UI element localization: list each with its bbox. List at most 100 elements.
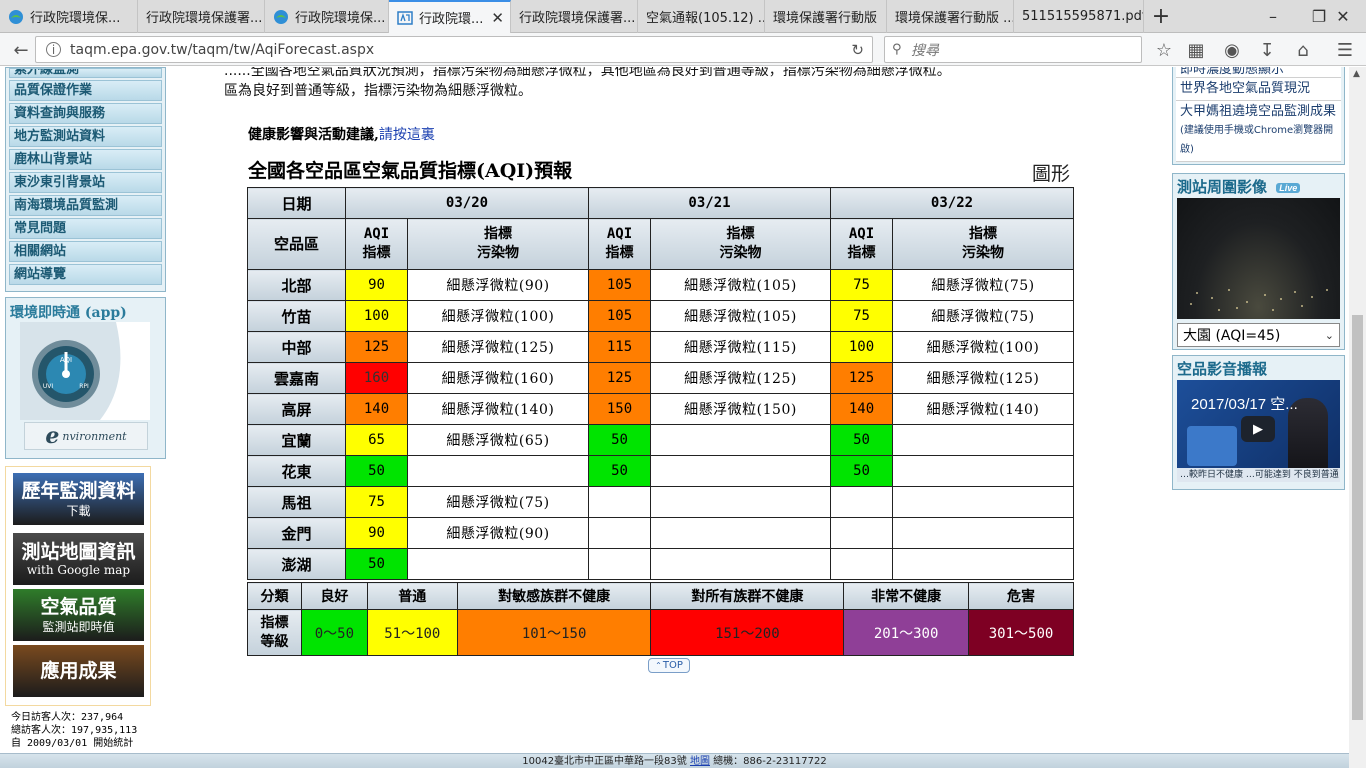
pollutant-cell: [650, 548, 831, 580]
right-link-list: 即時濃度動態顯示 世界各地空氣品質現況 大甲媽祖遶境空品監測成果 (建議使用手機或Ch…: [1172, 67, 1345, 165]
region-name: 雲嘉南: [247, 362, 346, 394]
browser-tab[interactable]: 環境保護署行動版 ...: [887, 0, 1014, 33]
right-sidebar-link[interactable]: 大甲媽祖遶境空品監測成果 (建議使用手機或Chrome瀏覽器開啟): [1176, 101, 1341, 162]
app-promo-title: 環境即時通 (app): [10, 305, 127, 321]
right-sidebar-link[interactable]: 即時濃度動態顯示: [1176, 67, 1341, 78]
date-col-2: 03/21: [588, 187, 831, 219]
pollutant-header-label-1: 指標: [969, 226, 997, 242]
page-scrollbar[interactable]: ▲: [1349, 67, 1366, 768]
aqi-header-label-1: AQI: [848, 226, 875, 242]
app-promo-box[interactable]: 環境即時通 (app) AQI UVI RPI e nvironment: [5, 297, 166, 459]
browser-tab[interactable]: 環境保護署行動版: [765, 0, 887, 33]
footer-address: 10042臺北市中正區中華路一段83號: [522, 756, 687, 767]
aqi-value-cell: [830, 517, 893, 549]
tab-label: 行政院環境保護署...: [146, 11, 263, 26]
footer-map-link[interactable]: 地圖: [690, 756, 710, 767]
pollutant-column-header: 指標 污染物: [407, 218, 589, 270]
browser-tab[interactable]: 行政院環... ✕: [389, 0, 511, 33]
left-menu-item[interactable]: 資料查詢與服務: [9, 103, 162, 124]
url-text: taqm.epa.gov.tw/taqm/tw/AqiForecast.aspx: [70, 41, 375, 58]
table-row: 北部 90 細懸浮微粒(90) 105 細懸浮微粒(105) 75 細懸浮微粒(75): [247, 269, 1074, 301]
legend-level-name: 普通: [366, 582, 458, 610]
scrollbar-thumb[interactable]: [1352, 315, 1363, 720]
aqi-value-cell: 50: [830, 455, 893, 487]
left-menu-item[interactable]: 鹿林山背景站: [9, 149, 162, 170]
close-window-icon[interactable]: ✕: [1320, 0, 1366, 33]
pollutant-header-label-2: 污染物: [962, 245, 1004, 261]
chevron-down-icon: ⌄: [1324, 328, 1334, 342]
browser-tab[interactable]: 行政院環境保...: [0, 0, 138, 33]
home-icon[interactable]: ⌂: [1290, 37, 1316, 63]
right-sidebar-link[interactable]: 世界各地空氣品質現況: [1176, 78, 1341, 101]
reload-icon[interactable]: ↻: [851, 41, 864, 59]
video-player[interactable]: 2017/03/17 空... ▶ …較昨日不健康 …可能達到 不良到普通: [1177, 380, 1340, 482]
browser-tab[interactable]: 行政院環境保護署...: [138, 0, 265, 33]
new-tab-button[interactable]: +: [1144, 0, 1178, 33]
download-icon[interactable]: ↧: [1254, 37, 1280, 63]
menu-icon[interactable]: ☰: [1332, 37, 1358, 63]
back-button[interactable]: ←: [8, 37, 34, 63]
station-camera-image[interactable]: [1177, 198, 1340, 319]
aqi-value-cell: [830, 548, 893, 580]
aqi-value-cell: [588, 486, 651, 518]
health-advice-link[interactable]: 請按這裏: [379, 127, 435, 143]
browser-tab[interactable]: 511515595871.pdf: [1014, 0, 1144, 33]
legend-index-label-2: 等級: [260, 633, 289, 650]
pollutant-cell: 細懸浮微粒(140): [892, 393, 1074, 425]
browser-tab[interactable]: 行政院環境保...: [265, 0, 389, 33]
left-menu-item[interactable]: 地方監測站資料: [9, 126, 162, 147]
region-name: 澎湖: [247, 548, 346, 580]
aqi-value-cell: 75: [830, 269, 893, 301]
visitor-since: 自 2009/03/01 開始統計: [11, 738, 134, 749]
banner-link[interactable]: 測站地圖資訊 with Google map: [13, 533, 144, 585]
search-input[interactable]: ⚲ 搜尋: [884, 36, 1142, 63]
pollutant-cell: 細懸浮微粒(100): [407, 300, 589, 332]
left-menu-item[interactable]: 東沙東引背景站: [9, 172, 162, 193]
left-menu-item[interactable]: 南海環境品質監測: [9, 195, 162, 216]
forecast-summary-line1: ......全國各地空氣品質狀況預測，指標污染物為細懸浮微粒，其他地區為良好到普…: [224, 67, 951, 79]
minimize-icon[interactable]: –: [1250, 0, 1296, 33]
left-menu-item[interactable]: 品質保證作業: [9, 80, 162, 101]
table-row: 金門 90 細懸浮微粒(90): [247, 517, 1074, 549]
banner-link[interactable]: 歷年監測資料 下載: [13, 473, 144, 525]
left-menu-item[interactable]: 紫外線監測: [9, 68, 162, 78]
play-icon[interactable]: ▶: [1241, 416, 1275, 442]
close-tab-icon[interactable]: ✕: [491, 9, 504, 27]
reading-list-icon[interactable]: ▦: [1183, 37, 1209, 63]
video-ticker: …較昨日不健康 …可能達到 不良到普通: [1177, 468, 1340, 482]
site-info-icon[interactable]: i: [46, 42, 61, 57]
url-bar[interactable]: i taqm.epa.gov.tw/taqm/tw/AqiForecast.as…: [35, 36, 873, 63]
graph-view-link[interactable]: 圖形: [1032, 159, 1070, 186]
aqi-value-cell: 100: [830, 331, 893, 363]
left-menu-item[interactable]: 網站導覽: [9, 264, 162, 285]
pollutant-cell: 細懸浮微粒(115): [650, 331, 831, 363]
banner-link[interactable]: 空氣品質 監測站即時值: [13, 589, 144, 641]
aqi-value-cell: 160: [345, 362, 408, 394]
browser-tab[interactable]: 空氣通報(105.12) ...: [638, 0, 765, 33]
banner-link[interactable]: 應用成果: [13, 645, 144, 697]
station-select[interactable]: 大園 (AQI=45) ⌄: [1177, 323, 1340, 347]
app-gauge-image: AQI UVI RPI: [20, 322, 150, 420]
visitor-today: 今日訪客人次：237,964: [11, 712, 124, 723]
aqi-value-cell: 150: [588, 393, 651, 425]
banner-list: 歷年監測資料 下載 測站地圖資訊 with Google map 空氣品質 監測站即時值應…: [5, 466, 151, 706]
pollutant-cell: 細懸浮微粒(75): [892, 300, 1074, 332]
scroll-up-icon[interactable]: ▲: [1353, 69, 1360, 79]
bookmark-star-icon[interactable]: ☆: [1151, 37, 1177, 63]
tab-label: 行政院環境保...: [30, 11, 121, 26]
aqi-value-cell: [830, 486, 893, 518]
legend-level-range: 51～100: [366, 609, 458, 656]
pollutant-cell: 細懸浮微粒(160): [407, 362, 589, 394]
aqi-value-cell: 105: [588, 300, 651, 332]
aqi-value-cell: [588, 517, 651, 549]
pollutant-column-header: 指標 污染物: [892, 218, 1074, 270]
aqi-value-cell: 65: [345, 424, 408, 456]
left-menu-item[interactable]: 常見問題: [9, 218, 162, 239]
pocket-icon[interactable]: ◉: [1219, 37, 1245, 63]
aqi-value-cell: 125: [588, 362, 651, 394]
left-menu-item[interactable]: 相關網站: [9, 241, 162, 262]
forecast-summary-line2: 區為良好到普通等級，指標污染物為細懸浮微粒。: [224, 83, 532, 99]
banner-title: 測站地圖資訊: [21, 541, 136, 563]
back-to-top-button[interactable]: ⌃ TOP: [648, 658, 690, 673]
browser-tab[interactable]: 行政院環境保護署...: [511, 0, 638, 33]
